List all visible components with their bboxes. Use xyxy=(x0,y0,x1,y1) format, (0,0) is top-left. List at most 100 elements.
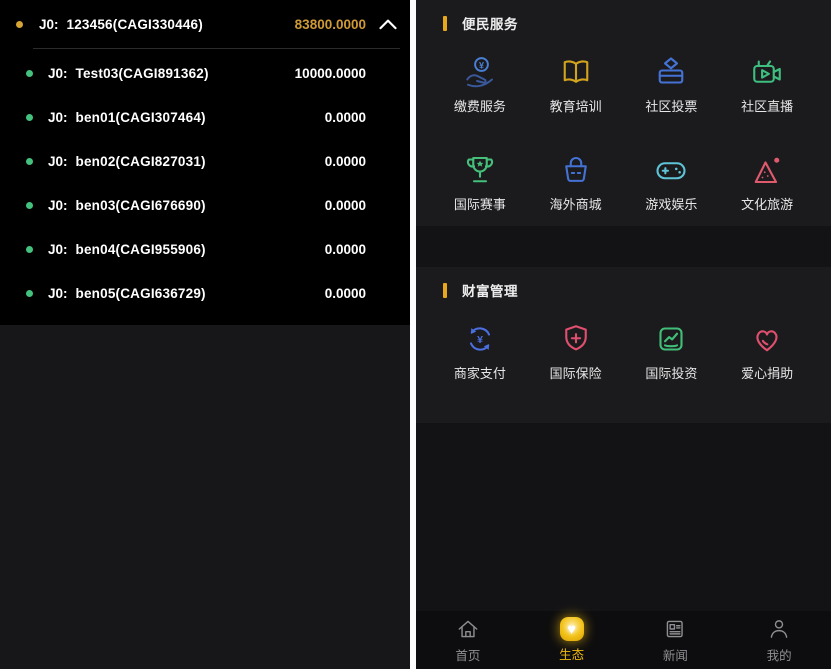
app-screenshot: J0: 123456(CAGI330446) 83800.0000 J0: Te… xyxy=(0,0,831,669)
international-insurance-icon xyxy=(558,321,594,357)
account-row[interactable]: J0: ben04(CAGI955906) 0.0000 xyxy=(0,227,410,271)
tab-profile[interactable]: 我的 xyxy=(727,611,831,669)
service-item-live[interactable]: 社区直播 xyxy=(719,46,815,144)
service-label: 国际保险 xyxy=(550,363,602,382)
tab-label: 首页 xyxy=(455,645,480,664)
account-status-dot xyxy=(26,70,33,77)
account-balance: 10000.0000 xyxy=(295,66,366,81)
account-prefix: J0: xyxy=(48,198,68,213)
section-title: 便民服务 xyxy=(462,13,518,33)
service-item-merchant-pay[interactable]: ¥ 商家支付 xyxy=(432,313,528,411)
account-row[interactable]: J0: ben02(CAGI827031) 0.0000 xyxy=(0,139,410,183)
account-balance: 0.0000 xyxy=(325,286,366,301)
tab-label: 新闻 xyxy=(663,645,688,664)
service-label: 爱心捐助 xyxy=(741,363,793,382)
profile-icon xyxy=(766,616,792,642)
account-prefix: J0: xyxy=(48,154,68,169)
service-label: 社区投票 xyxy=(645,96,697,115)
account-prefix: J0: xyxy=(48,286,68,301)
tab-ecology[interactable]: ♥ 生态 xyxy=(520,611,624,669)
account-name: ben02(CAGI827031) xyxy=(76,154,206,169)
account-name: ben04(CAGI955906) xyxy=(76,242,206,257)
service-label: 社区直播 xyxy=(741,96,793,115)
service-label: 国际赛事 xyxy=(454,194,506,213)
account-status-dot xyxy=(26,290,33,297)
tab-label: 生态 xyxy=(559,644,584,663)
home-icon xyxy=(455,616,481,642)
service-item-investment[interactable]: 国际投资 xyxy=(624,313,720,411)
accounts-panel: J0: 123456(CAGI330446) 83800.0000 J0: Te… xyxy=(0,0,410,669)
account-prefix: J0: xyxy=(48,242,68,257)
group-status-dot xyxy=(16,21,23,28)
service-label: 教育培训 xyxy=(550,96,602,115)
section-header: 财富管理 xyxy=(416,267,831,313)
svg-text:¥: ¥ xyxy=(479,60,484,70)
account-balance: 0.0000 xyxy=(325,154,366,169)
account-balance: 0.0000 xyxy=(325,242,366,257)
section-header: 便民服务 xyxy=(416,0,831,46)
service-item-donation[interactable]: 爱心捐助 xyxy=(719,313,815,411)
service-item-education[interactable]: 教育培训 xyxy=(528,46,624,144)
community-live-icon xyxy=(749,54,785,90)
culture-travel-icon xyxy=(749,152,785,188)
service-label: 文化旅游 xyxy=(741,194,793,213)
account-name: ben03(CAGI676690) xyxy=(76,198,206,213)
service-label: 海外商城 xyxy=(550,194,602,213)
chevron-up-icon[interactable] xyxy=(378,16,398,32)
overseas-mall-icon xyxy=(558,152,594,188)
section-marker-bar xyxy=(443,16,447,31)
service-item-games[interactable]: 游戏娱乐 xyxy=(624,144,720,242)
tab-home[interactable]: 首页 xyxy=(416,611,520,669)
account-balance: 0.0000 xyxy=(325,198,366,213)
account-prefix: J0: xyxy=(48,66,68,81)
service-item-vote[interactable]: 社区投票 xyxy=(624,46,720,144)
international-investment-icon xyxy=(653,321,689,357)
tab-label: 我的 xyxy=(767,645,792,664)
service-item-travel[interactable]: 文化旅游 xyxy=(719,144,815,242)
account-status-dot xyxy=(26,114,33,121)
account-name: Test03(CAGI891362) xyxy=(76,66,209,81)
services-panel: 便民服务 ¥ 缴费服务 xyxy=(416,0,831,669)
game-entertainment-icon xyxy=(653,152,689,188)
news-icon xyxy=(662,616,688,642)
account-prefix: J0: xyxy=(39,17,59,32)
account-balance: 83800.0000 xyxy=(295,17,366,32)
section-wealth-management: 财富管理 ¥ 商家支付 xyxy=(416,267,831,423)
service-label: 国际投资 xyxy=(645,363,697,382)
love-donation-icon xyxy=(749,321,785,357)
account-group-header[interactable]: J0: 123456(CAGI330446) 83800.0000 xyxy=(0,0,410,48)
service-item-mall[interactable]: 海外商城 xyxy=(528,144,624,242)
account-prefix: J0: xyxy=(48,110,68,125)
section-title: 财富管理 xyxy=(462,280,518,300)
tab-news[interactable]: 新闻 xyxy=(624,611,728,669)
service-item-payment[interactable]: ¥ 缴费服务 xyxy=(432,46,528,144)
education-training-icon xyxy=(558,54,594,90)
svg-text:¥: ¥ xyxy=(477,334,483,346)
community-vote-icon xyxy=(653,54,689,90)
payment-service-icon: ¥ xyxy=(462,54,498,90)
service-label: 缴费服务 xyxy=(454,96,506,115)
account-status-dot xyxy=(26,202,33,209)
services-grid: ¥ 缴费服务 教育培训 xyxy=(416,46,831,242)
account-name: ben05(CAGI636729) xyxy=(76,286,206,301)
service-label: 商家支付 xyxy=(454,363,506,382)
service-item-events[interactable]: 国际赛事 xyxy=(432,144,528,242)
merchant-payment-icon: ¥ xyxy=(462,321,498,357)
account-name: 123456(CAGI330446) xyxy=(67,17,203,32)
account-status-dot xyxy=(26,246,33,253)
ecology-heart-icon: ♥ xyxy=(560,617,584,641)
service-item-insurance[interactable]: 国际保险 xyxy=(528,313,624,411)
international-events-icon xyxy=(462,152,498,188)
section-marker-bar xyxy=(443,283,447,298)
account-list: J0: 123456(CAGI330446) 83800.0000 J0: Te… xyxy=(0,0,410,325)
account-row[interactable]: J0: ben03(CAGI676690) 0.0000 xyxy=(0,183,410,227)
section-convenient-services: 便民服务 ¥ 缴费服务 xyxy=(416,0,831,226)
bottom-tab-bar: 首页 ♥ 生态 新闻 我的 xyxy=(416,611,831,669)
header-divider xyxy=(33,48,400,49)
services-grid: ¥ 商家支付 国际保险 xyxy=(416,313,831,411)
account-status-dot xyxy=(26,158,33,165)
account-row[interactable]: J0: ben05(CAGI636729) 0.0000 xyxy=(0,271,410,315)
account-row[interactable]: J0: ben01(CAGI307464) 0.0000 xyxy=(0,95,410,139)
service-label: 游戏娱乐 xyxy=(645,194,697,213)
account-row[interactable]: J0: Test03(CAGI891362) 10000.0000 xyxy=(0,51,410,95)
